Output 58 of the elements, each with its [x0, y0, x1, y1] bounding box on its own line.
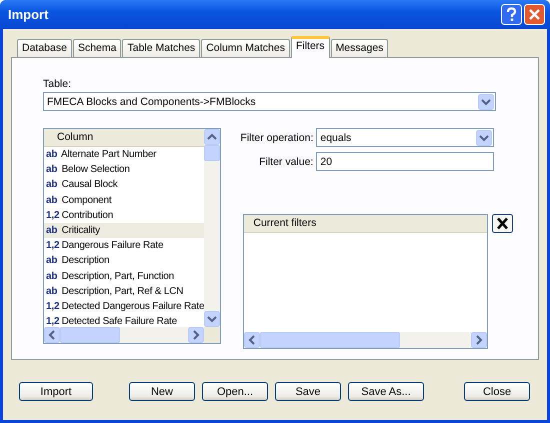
column-item[interactable]: 1,2 Contribution [44, 208, 204, 223]
tab[interactable]: Table Matches [122, 39, 200, 57]
column-item[interactable]: 1,2 Detected Dangerous Failure Rate [44, 298, 204, 314]
dialog-button[interactable]: Close [464, 382, 530, 401]
scroll-left-icon[interactable] [244, 332, 260, 348]
delete-icon[interactable] [492, 214, 514, 233]
type-icon: 1,2 [46, 298, 59, 314]
column-item[interactable]: 1,2 Detected Safe Failure Rate [44, 314, 204, 327]
scroll-up-icon[interactable] [204, 129, 220, 145]
column-item[interactable]: ab Component [44, 192, 204, 208]
field-label: Table: [43, 78, 72, 90]
scroll-right-icon[interactable] [471, 332, 488, 348]
close-icon[interactable] [524, 4, 545, 25]
scroll-thumb[interactable] [204, 145, 220, 161]
type-icon: ab [46, 192, 59, 208]
field-label: Filter operation: [239, 132, 314, 144]
tab[interactable]: Database [17, 39, 72, 57]
dialog-button[interactable]: Save [275, 382, 341, 401]
type-icon: 1,2 [46, 208, 59, 223]
scroll-thumb[interactable] [60, 327, 120, 343]
column-item[interactable]: ab Below Selection [44, 162, 204, 178]
window-title: Import [8, 7, 48, 22]
scroll-down-icon[interactable] [204, 311, 220, 327]
scroll-thumb[interactable] [260, 332, 400, 348]
type-icon: ab [46, 253, 59, 268]
column-item[interactable]: ab Alternate Part Number [44, 147, 204, 162]
column-header: Column [44, 129, 204, 147]
dialog-button[interactable]: Import [19, 382, 93, 401]
type-icon: 1,2 [46, 238, 59, 254]
column-item[interactable]: ab Description, Part, Function [44, 268, 204, 284]
column-item[interactable]: 1,2 Dangerous Failure Rate [44, 238, 204, 254]
type-icon: ab [46, 284, 59, 299]
column-item[interactable]: ab Causal Block [44, 177, 204, 193]
tab[interactable]: Schema [72, 39, 122, 57]
filter-value-field[interactable]: 20 [316, 152, 494, 171]
table-dropdown[interactable]: FMECA Blocks and Components->FMBlocks [43, 92, 496, 111]
tab[interactable]: Messages [330, 39, 388, 57]
dialog-button[interactable]: New [129, 382, 195, 401]
scroll-left-icon[interactable] [44, 327, 60, 343]
current-filters-header: Current filters [244, 215, 488, 233]
type-icon: 1,2 [46, 314, 59, 327]
column-item[interactable]: ab Criticality [44, 222, 204, 238]
type-icon: ab [46, 162, 59, 178]
type-icon: ab [46, 177, 59, 192]
field-label: Filter value: [258, 156, 314, 168]
type-icon: ab [46, 147, 59, 162]
type-icon: ab [46, 222, 59, 238]
tab[interactable]: Filters [290, 36, 330, 58]
column-item[interactable]: ab Description, Part, Ref & LCN [44, 284, 204, 299]
type-icon: ab [46, 268, 59, 284]
scroll-right-icon[interactable] [188, 327, 204, 343]
scrollbar-corner [204, 327, 220, 343]
dialog-button[interactable]: Save As... [348, 382, 424, 401]
help-icon[interactable] [501, 4, 522, 25]
dialog-button[interactable]: Open... [202, 382, 268, 401]
column-item[interactable]: ab Description [44, 253, 204, 268]
filter-operation-dropdown[interactable]: equals [316, 128, 494, 147]
tab[interactable]: Column Matches [201, 39, 290, 57]
